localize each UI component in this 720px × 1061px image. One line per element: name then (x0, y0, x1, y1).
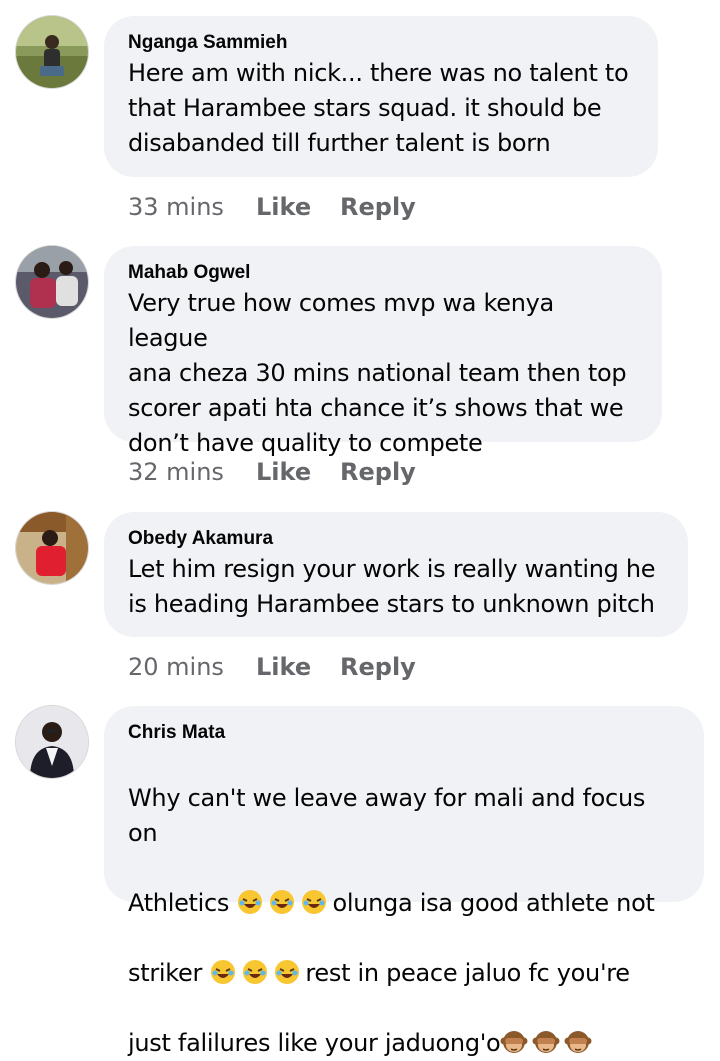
comment-author[interactable]: Mahab Ogwel (128, 262, 638, 284)
avatar[interactable] (16, 246, 88, 318)
like-button[interactable]: Like (256, 193, 340, 221)
avatar[interactable] (16, 16, 88, 88)
reply-button[interactable]: Reply (340, 193, 416, 221)
comment-bubble: Mahab Ogwel Very true how comes mvp wa k… (104, 246, 662, 457)
rolling-on-floor-laughing-icon (270, 890, 295, 914)
comment-text-line: rest in peace jaluo fc you're (305, 959, 630, 987)
rolling-on-floor-laughing-icon (238, 890, 263, 914)
comment-text-line: Athletics (128, 889, 237, 917)
avatar[interactable] (16, 706, 88, 778)
rolling-on-floor-laughing-icon (243, 960, 268, 984)
comment-author[interactable]: Obedy Akamura (128, 528, 664, 550)
comment-bubble: Obedy Akamura Let him resign your work i… (104, 512, 688, 637)
rolling-on-floor-laughing-icon (302, 890, 327, 914)
comment-text: Why can't we leave away for mali and foc… (128, 746, 680, 1061)
comment-bubble: Nganga Sammieh Here am with nick... ther… (104, 16, 658, 177)
comment-author[interactable]: Chris Mata (128, 722, 680, 744)
see-no-evil-monkey-icon (532, 1031, 560, 1053)
comment-actions: 32 mins Like Reply (128, 458, 416, 486)
comment-time[interactable]: 33 mins (128, 193, 256, 221)
see-no-evil-monkey-icon (500, 1031, 528, 1053)
comment-actions: 33 mins Like Reply (128, 193, 416, 221)
comment-text: Very true how comes mvp wa kenya league … (128, 289, 627, 457)
rolling-on-floor-laughing-icon (211, 960, 236, 984)
like-button[interactable]: Like (256, 653, 340, 681)
comment-text-line: just falilures like your jaduong'o (128, 1029, 501, 1057)
see-no-evil-monkey-icon (564, 1031, 592, 1053)
comment-time[interactable]: 20 mins (128, 653, 256, 681)
comment-text-line: olunga isa good athlete not (332, 889, 655, 917)
reply-button[interactable]: Reply (340, 458, 416, 486)
comment-text: Let him resign your work is really wanti… (128, 555, 656, 618)
avatar[interactable] (16, 512, 88, 584)
comment-actions: 20 mins Like Reply (128, 653, 416, 681)
reply-button[interactable]: Reply (340, 653, 416, 681)
comment-bubble: Chris Mata Why can't we leave away for m… (104, 706, 704, 1057)
comment-time[interactable]: 32 mins (128, 458, 256, 486)
comment-text: Here am with nick... there was no talent… (128, 59, 629, 157)
like-button[interactable]: Like (256, 458, 340, 486)
comment-text-line: Why can't we leave away for mali and foc… (128, 784, 646, 847)
rolling-on-floor-laughing-icon (275, 960, 300, 984)
comment-text-line: striker (128, 959, 210, 987)
comment-author[interactable]: Nganga Sammieh (128, 32, 634, 54)
